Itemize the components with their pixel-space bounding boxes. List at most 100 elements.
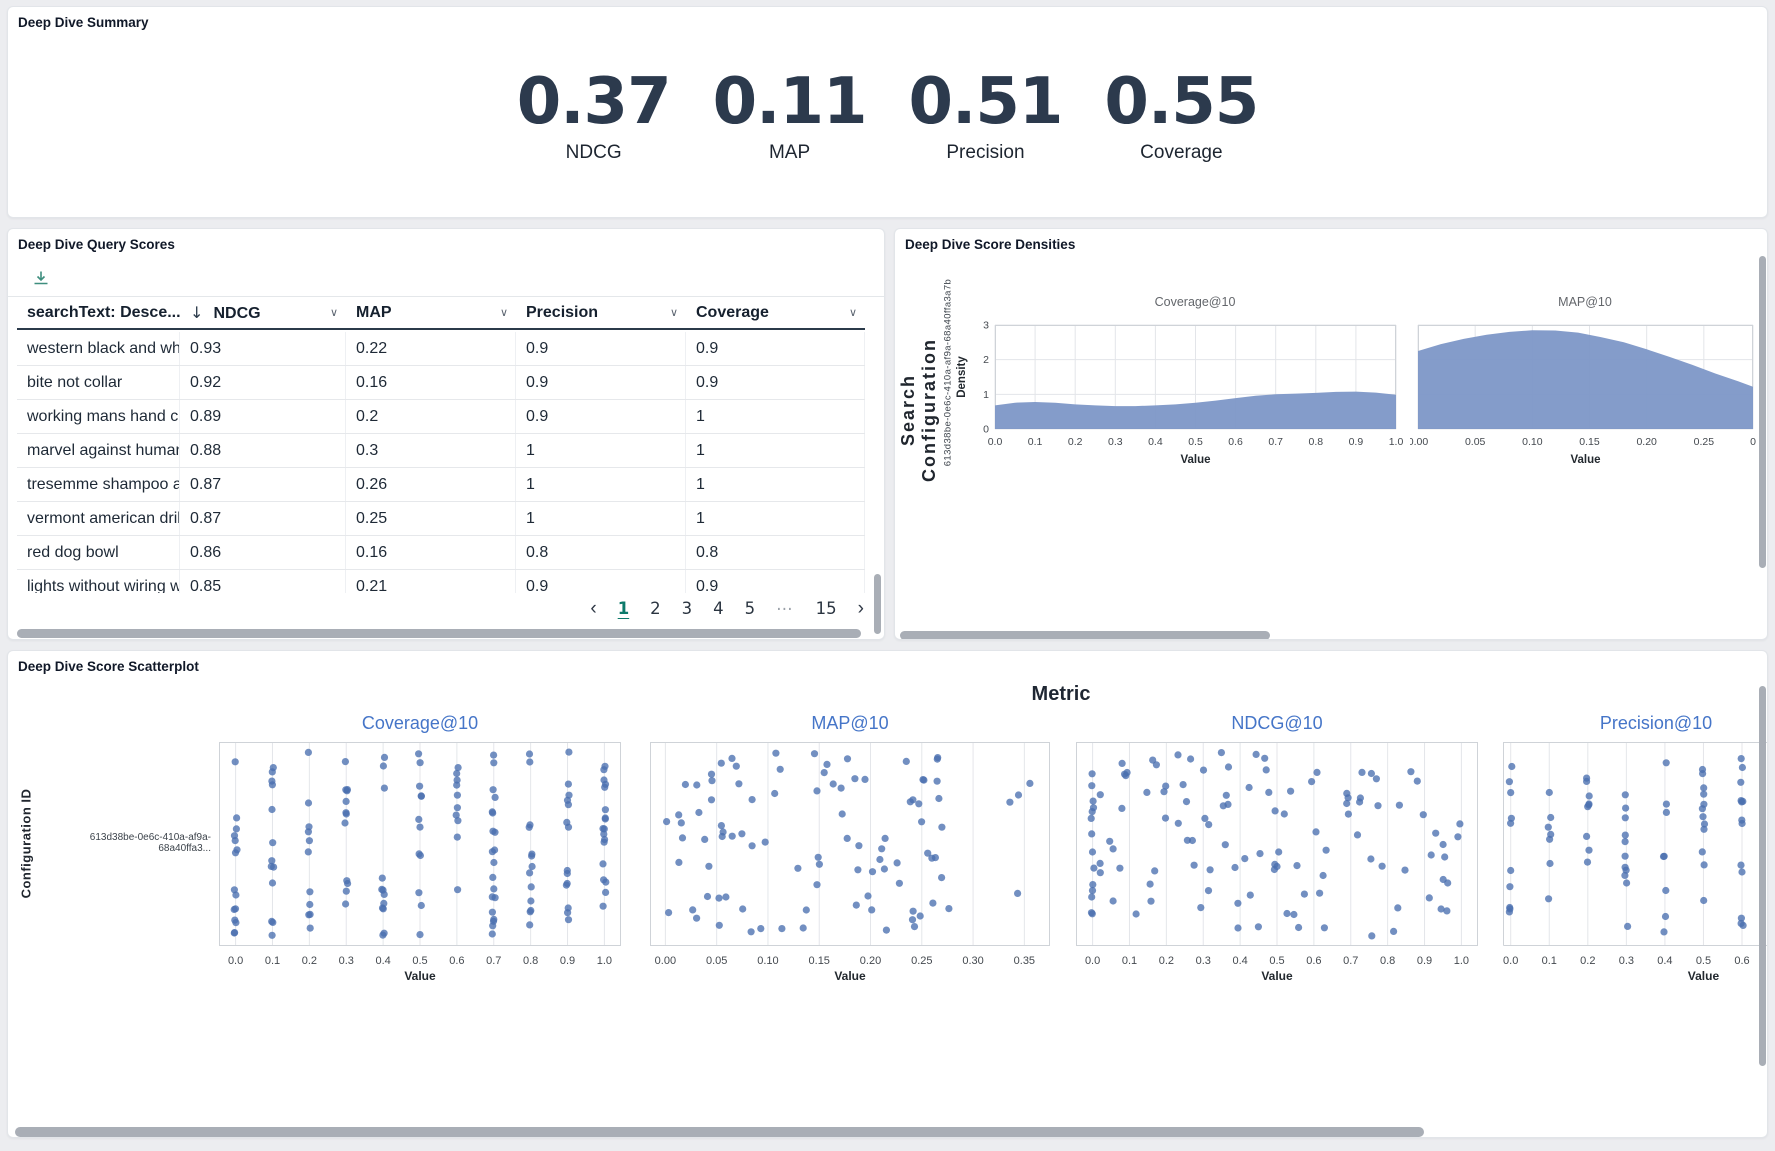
table-header-row: searchText: Desce...∨↓ NDCG∨MAP∨Precisio… (17, 297, 865, 330)
svg-text:0.05: 0.05 (1465, 436, 1486, 448)
prev-page-button[interactable]: ‹ (590, 599, 596, 618)
table-row[interactable]: western black and whit0.930.220.90.9 (17, 332, 865, 366)
column-header[interactable]: Coverage∨ (686, 297, 865, 328)
table-cell: 0.87 (180, 502, 346, 535)
svg-text:0.20: 0.20 (1636, 436, 1657, 448)
svg-text:0.7: 0.7 (1343, 955, 1358, 967)
map-density-chart[interactable]: 0.000.050.100.150.200.250Value (1410, 321, 1760, 467)
page-button[interactable]: 3 (682, 599, 693, 618)
vertical-scrollbar[interactable] (1759, 256, 1766, 568)
table-cell: marvel against humanit (17, 434, 180, 467)
map-scatter-facet[interactable]: 0.000.050.100.150.200.250.300.35Value (650, 742, 1050, 980)
metric-value: 0.37 (517, 69, 671, 136)
svg-text:0.2: 0.2 (1580, 955, 1595, 967)
download-icon[interactable] (30, 267, 52, 289)
vertical-scrollbar[interactable] (874, 574, 881, 634)
table-cell: vermont american drill (17, 502, 180, 535)
svg-text:0.20: 0.20 (860, 955, 881, 967)
column-header[interactable]: Precision ∨ (516, 297, 686, 328)
search-configuration-axis-label: Search Configuration (898, 300, 940, 520)
facet-title: MAP@10 (811, 713, 888, 734)
page-button[interactable]: 1 (618, 599, 629, 618)
summary-metric: 0.37NDCG (517, 69, 671, 164)
table-cell: 0.8 (686, 536, 865, 569)
column-header[interactable]: searchText: Desce...∨ (17, 297, 180, 328)
chevron-down-icon[interactable]: ∨ (326, 306, 338, 319)
table-row[interactable]: lights without wiring wi0.850.210.90.9 (17, 570, 865, 593)
svg-text:0.8: 0.8 (523, 955, 538, 967)
table-cell: 0.26 (346, 468, 516, 501)
table-cell: 0.9 (516, 570, 686, 593)
column-label: Precision (526, 304, 598, 322)
table-cell: 0.92 (180, 366, 346, 399)
summary-panel: Deep Dive Summary 0.37NDCG0.11MAP0.51Pre… (7, 6, 1768, 218)
svg-text:0.05: 0.05 (706, 955, 727, 967)
score-densities-panel: Deep Dive Score Densities Search Configu… (894, 228, 1768, 640)
table-cell: 1 (516, 502, 686, 535)
svg-text:0.4: 0.4 (1232, 955, 1247, 967)
svg-text:2: 2 (983, 354, 989, 366)
vertical-scrollbar[interactable] (1759, 686, 1766, 1066)
table-cell: tresemme shampoo an (17, 468, 180, 501)
svg-text:0.0: 0.0 (1503, 955, 1518, 967)
chevron-down-icon[interactable]: ∨ (845, 306, 857, 319)
precision-scatter-facet[interactable]: 0.00.10.20.30.40.50.6Value (1503, 742, 1768, 980)
svg-text:0.00: 0.00 (655, 955, 676, 967)
table-cell: 1 (686, 502, 865, 535)
table-cell: 0.21 (346, 570, 516, 593)
query-scores-panel: Deep Dive Query Scores searchText: Desce… (7, 228, 885, 640)
metric-label: MAP (713, 142, 867, 164)
svg-text:0.6: 0.6 (449, 955, 464, 967)
svg-text:0.10: 0.10 (757, 955, 778, 967)
svg-text:0: 0 (1750, 436, 1756, 448)
next-page-button[interactable]: › (858, 599, 864, 618)
facet-title: NDCG@10 (1231, 713, 1322, 734)
svg-text:0.7: 0.7 (1268, 436, 1283, 448)
coverage-density-chart[interactable]: 0.00.10.20.30.40.50.60.70.80.91.00123Val… (951, 321, 1411, 467)
horizontal-scrollbar[interactable] (900, 631, 1270, 640)
svg-text:1.0: 1.0 (597, 955, 612, 967)
svg-text:0.6: 0.6 (1306, 955, 1321, 967)
metric-label: Coverage (1104, 142, 1258, 164)
svg-text:0: 0 (983, 424, 989, 436)
horizontal-scrollbar[interactable] (15, 1127, 1424, 1137)
column-header[interactable]: MAP ∨ (346, 297, 516, 328)
svg-text:0.3: 0.3 (1619, 955, 1634, 967)
svg-text:Density: Density (956, 356, 968, 398)
column-label: searchText: Desce... (27, 304, 180, 322)
sort-desc-icon: ↓ (190, 303, 209, 322)
table-cell: 1 (686, 468, 865, 501)
column-label: MAP (356, 304, 392, 322)
svg-text:0.35: 0.35 (1014, 955, 1035, 967)
pagination: ‹12345⋯15› (590, 599, 864, 618)
page-button[interactable]: 4 (713, 599, 724, 618)
svg-text:1: 1 (983, 389, 989, 401)
svg-text:0.3: 0.3 (339, 955, 354, 967)
table-cell: 0.85 (180, 570, 346, 593)
page-button[interactable]: 15 (816, 599, 837, 618)
svg-text:0.2: 0.2 (1159, 955, 1174, 967)
svg-text:0.5: 0.5 (1188, 436, 1203, 448)
facet-title: Coverage@10 (362, 713, 478, 734)
table-row[interactable]: marvel against humanit0.880.311 (17, 434, 865, 468)
chevron-down-icon[interactable]: ∨ (666, 306, 678, 319)
metric-value: 0.51 (909, 69, 1063, 136)
table-cell: 0.22 (346, 332, 516, 365)
svg-text:1.0: 1.0 (1389, 436, 1404, 448)
table-row[interactable]: tresemme shampoo an0.870.2611 (17, 468, 865, 502)
column-header[interactable]: ↓ NDCG∨ (180, 297, 346, 328)
table-row[interactable]: red dog bowl0.860.160.80.8 (17, 536, 865, 570)
svg-text:Value: Value (1688, 969, 1720, 980)
ndcg-scatter-facet[interactable]: 0.00.10.20.30.40.50.60.70.80.91.0Value (1076, 742, 1478, 980)
chevron-down-icon[interactable]: ∨ (496, 306, 508, 319)
page-button[interactable]: 2 (650, 599, 661, 618)
svg-text:Value: Value (1180, 454, 1210, 466)
horizontal-scrollbar[interactable] (17, 629, 861, 638)
coverage-scatter-facet[interactable]: 0.00.10.20.30.40.50.60.70.80.91.0Value (219, 742, 621, 980)
table-row[interactable]: bite not collar0.920.160.90.9 (17, 366, 865, 400)
table-row[interactable]: working mans hand cre0.890.20.91 (17, 400, 865, 434)
svg-text:0.5: 0.5 (412, 955, 427, 967)
table-row[interactable]: vermont american drill0.870.2511 (17, 502, 865, 536)
panel-title: Deep Dive Query Scores (18, 237, 175, 252)
page-button[interactable]: 5 (745, 599, 756, 618)
